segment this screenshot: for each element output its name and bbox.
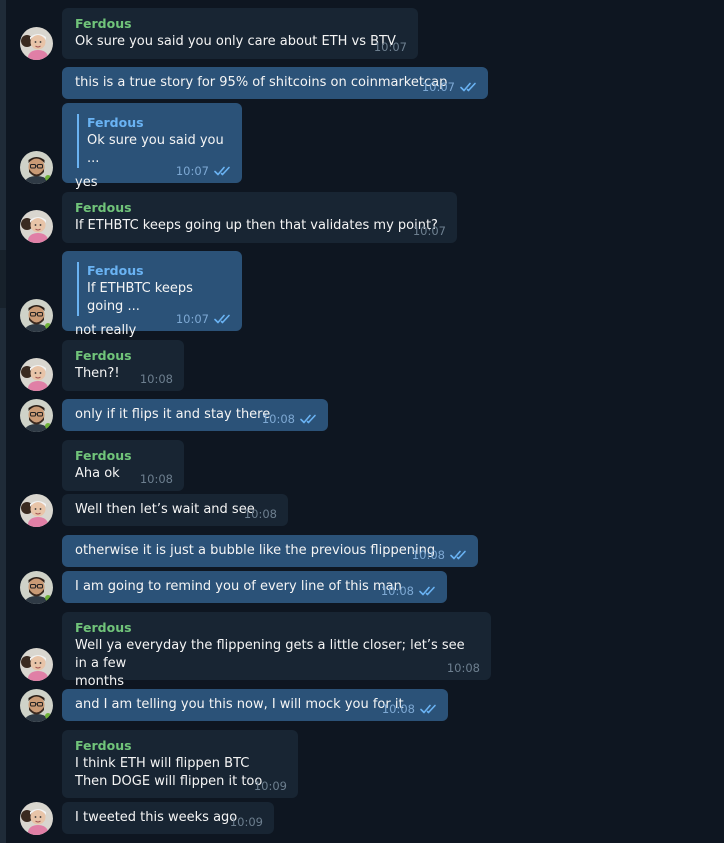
message-time: 10:08 [446,661,480,675]
message-time: 10:08 [139,372,173,386]
avatar-ferdous[interactable] [20,27,53,60]
message-text: this is a true story for 95% of shitcoin… [75,75,448,90]
avatar-me[interactable] [20,689,53,722]
message-text: Ok sure you said you only care about ETH… [75,34,396,49]
sender-name[interactable]: Ferdous [75,737,286,755]
sender-name[interactable]: Ferdous [75,347,172,365]
reply-preview-text: If ETHBTC keeps going ... [87,281,193,314]
message-bubble-incoming[interactable]: Ferdous Ok sure you said you only care a… [62,8,418,59]
reply-quote[interactable]: Ferdous Ok sure you said you ... [77,114,230,168]
message-time: 10:07 [175,164,209,178]
read-double-check-icon [420,704,437,714]
read-double-check-icon [214,166,231,176]
sender-name[interactable]: Ferdous [75,447,172,465]
message-bubble-outgoing[interactable]: Ferdous If ETHBTC keeps going ... not re… [62,251,242,338]
read-double-check-icon [419,586,436,596]
message-bubble-incoming[interactable]: I tweeted this weeks ago 10:09 [62,802,274,834]
message-bubble-incoming[interactable]: Ferdous Well ya everyday the flippening … [62,612,491,689]
message-text: If ETHBTC keeps going up then that valid… [75,218,438,233]
reply-sender-name: Ferdous [87,115,144,130]
message-bubble-outgoing[interactable]: otherwise it is just a bubble like the p… [62,535,478,567]
message-bubble-incoming[interactable]: Ferdous Aha ok 10:08 [62,440,184,491]
message-bubble-outgoing[interactable]: and I am telling you this now, I will mo… [62,689,448,721]
read-double-check-icon [460,82,477,92]
avatar-ferdous[interactable] [20,648,53,681]
message-time: 10:08 [139,472,173,486]
sender-name[interactable]: Ferdous [75,199,445,217]
avatar-me[interactable] [20,151,53,184]
message-bubble-outgoing[interactable]: I am going to remind you of every line o… [62,571,447,603]
message-bubble-incoming[interactable]: Ferdous Then?! 10:08 [62,340,184,391]
message-time: 10:08 [243,507,277,521]
read-double-check-icon [450,550,467,560]
message-time: 10:08 [261,412,295,426]
message-bubble-outgoing[interactable]: only if it flips it and stay there 10:08 [62,399,328,431]
message-time: 10:07 [421,80,455,94]
message-time: 10:08 [381,702,415,716]
message-bubble-incoming[interactable]: Well then let’s wait and see 10:08 [62,494,288,526]
message-time: 10:08 [411,548,445,562]
left-panel-edge [0,0,6,843]
message-time: 10:08 [380,584,414,598]
message-time: 10:07 [412,224,446,238]
sender-name[interactable]: Ferdous [75,15,406,33]
message-bubble-incoming[interactable]: Ferdous I think ETH will flippen BTC The… [62,730,298,798]
message-time: 10:09 [253,779,287,793]
read-double-check-icon [214,314,231,324]
message-text: otherwise it is just a bubble like the p… [75,543,436,558]
message-bubble-outgoing[interactable]: this is a true story for 95% of shitcoin… [62,67,488,99]
message-time: 10:09 [229,815,263,829]
message-time: 10:07 [373,40,407,54]
sender-name[interactable]: Ferdous [75,619,479,637]
avatar-me[interactable] [20,571,53,604]
avatar-me[interactable] [20,399,53,432]
message-bubble-incoming[interactable]: Ferdous If ETHBTC keeps going up then th… [62,192,457,243]
read-double-check-icon [300,414,317,424]
message-text: Well ya everyday the flippening gets a l… [75,638,465,689]
avatar-me[interactable] [20,299,53,332]
message-time: 10:07 [175,312,209,326]
message-bubble-outgoing[interactable]: Ferdous Ok sure you said you ... yes 10:… [62,103,242,190]
reply-sender-name: Ferdous [87,263,144,278]
avatar-ferdous[interactable] [20,210,53,243]
avatar-ferdous[interactable] [20,494,53,527]
avatar-ferdous[interactable] [20,358,53,391]
reply-preview-text: Ok sure you said you ... [87,133,224,166]
reply-quote[interactable]: Ferdous If ETHBTC keeps going ... [77,262,230,316]
avatar-ferdous[interactable] [20,802,53,835]
